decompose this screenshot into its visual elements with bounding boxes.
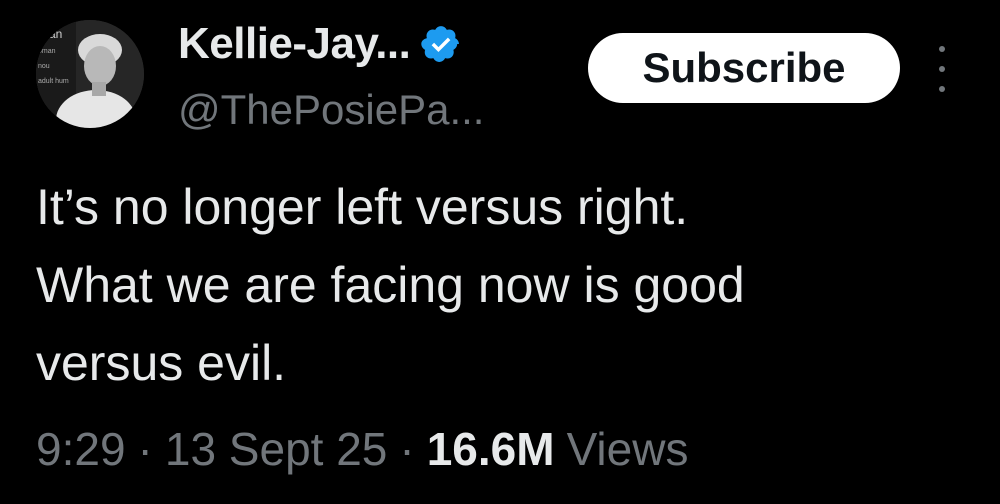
more-dot [939, 66, 945, 72]
tweet-text-line: What we are facing now is good [36, 257, 745, 313]
author-handle[interactable]: @ThePosiePa... [178, 86, 484, 134]
avatar-text-2: oman [38, 48, 56, 55]
tweet-text-line: It’s no longer left versus right. [36, 179, 689, 235]
author-display-name[interactable]: Kellie-Jay... [178, 19, 411, 69]
verified-badge-icon[interactable] [420, 23, 462, 65]
avatar-text-3: nou [38, 63, 50, 70]
more-vertical-icon[interactable] [928, 46, 956, 92]
views-label[interactable]: Views [567, 422, 689, 476]
meta-separator: · [399, 423, 415, 475]
tweet-text: It’s no longer left versus right. What w… [36, 168, 956, 402]
avatar-text-4: adult hum [38, 78, 69, 85]
subscribe-button[interactable]: Subscribe [588, 33, 900, 103]
more-dot [939, 46, 945, 52]
avatar-text-1: man [39, 27, 62, 41]
more-dot [939, 86, 945, 92]
tweet-date[interactable]: 13 Sept 25 [165, 422, 388, 476]
meta-separator: · [137, 423, 153, 475]
tweet-text-line: versus evil. [36, 335, 287, 391]
tweet-meta: 9:29 · 13 Sept 25 · 16.6M Views [36, 422, 688, 476]
tweet-time[interactable]: 9:29 [36, 422, 126, 476]
avatar[interactable]: man oman nou adult hum [36, 20, 144, 128]
views-count[interactable]: 16.6M [427, 422, 555, 476]
avatar-image: man oman nou adult hum [36, 20, 144, 128]
tweet: man oman nou adult hum Kellie-Jay... @Th… [0, 0, 1000, 504]
author-name-row[interactable]: Kellie-Jay... [178, 14, 462, 74]
